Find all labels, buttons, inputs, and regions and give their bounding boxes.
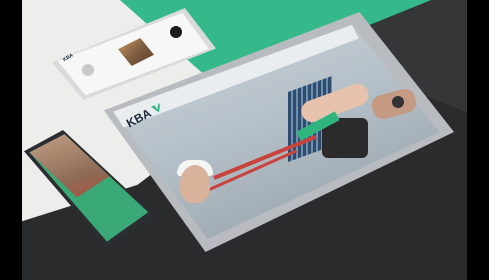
tablet-worker-image	[180, 165, 210, 203]
phone-top-black-dot	[170, 26, 182, 38]
device-mockup-scene: KBA KBA	[0, 0, 489, 280]
watch-icon	[392, 96, 404, 108]
phone-top-grey-dot	[82, 64, 94, 76]
